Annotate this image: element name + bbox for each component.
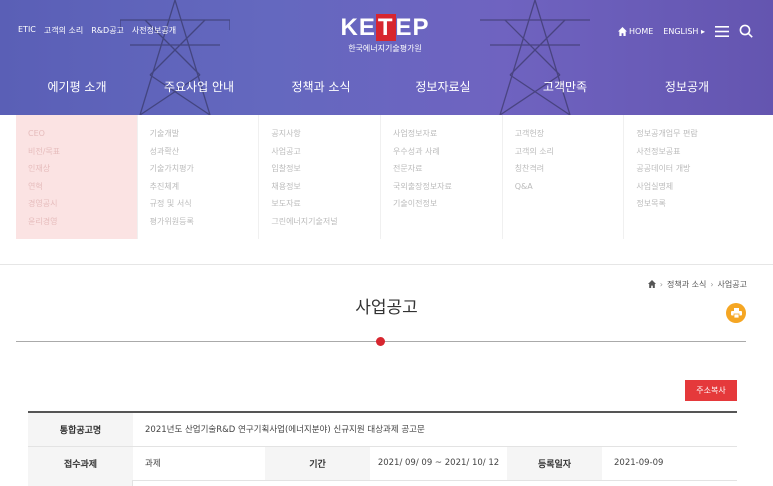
task-label: 접수과제 <box>28 446 133 480</box>
gnb-item-policy-news[interactable]: 정책과 소식 <box>260 78 382 100</box>
ketep-logo[interactable]: KETEP 한국에너지기술평가원 <box>330 14 440 54</box>
mega-item[interactable]: 기술이전정보 <box>393 195 502 213</box>
site-header: ETIC 고객의 소리 R&D공고 사전정보공개 KETEP 한국에너지기술평가… <box>0 0 773 115</box>
mega-item[interactable]: 규정 및 서식 <box>150 195 259 213</box>
period-value: 2021/ 09/ 09 ~ 2021/ 10/ 12 <box>377 458 500 468</box>
title-label: 통합공고명 <box>28 412 133 446</box>
home-icon[interactable] <box>618 26 627 36</box>
mega-item[interactable]: 고객의 소리 <box>515 143 624 161</box>
mega-item[interactable]: 사업정보자료 <box>393 125 502 143</box>
mega-item[interactable]: 인재상 <box>28 160 137 178</box>
breadcrumb-separator: › <box>659 280 663 289</box>
english-link[interactable]: ENGLISH ▸ <box>663 27 705 36</box>
mega-item[interactable]: 입찰정보 <box>271 160 380 178</box>
mega-item[interactable]: 추진체계 <box>150 178 259 196</box>
copy-url-button[interactable]: 주소복사 <box>685 380 737 401</box>
breadcrumb: › 정책과 소식 › 사업공고 <box>647 279 747 290</box>
notice-info-table: 통합공고명 2021년도 산업기술R&D 연구기획사업(에너지분야) 신규지원 … <box>28 411 737 481</box>
mega-menu: CEO 비전/목표 인재상 연혁 경영공시 윤리경영 기술개발 성과확산 기술가… <box>16 115 746 239</box>
mega-item[interactable]: 평가위원등록 <box>150 213 259 231</box>
mega-col-customer: 고객헌장 고객의 소리 칭찬격려 Q&A <box>503 115 625 239</box>
mega-col-business: 기술개발 성과확산 기술가치평가 추진체계 규정 및 서식 평가위원등록 <box>138 115 260 239</box>
mega-item[interactable]: 성과확산 <box>150 143 259 161</box>
mega-col-disclosure: 정보공개업무 편람 사전정보공표 공공데이터 개방 사업실명제 정보목록 <box>624 115 746 239</box>
page-title: 사업공고 <box>355 298 418 318</box>
mega-col-policy-news: 공지사항 사업공고 입찰정보 채용정보 보도자료 그린에너지기술저널 <box>259 115 382 239</box>
util-link-pre-disclosure[interactable]: 사전정보공개 <box>132 25 176 36</box>
breadcrumb-separator: › <box>710 280 714 289</box>
task-value: 과제 <box>145 459 161 469</box>
breadcrumb-item-policy-news[interactable]: 정책과 소식 <box>667 279 706 290</box>
print-button[interactable] <box>726 303 746 323</box>
util-link-rnd-notice[interactable]: R&D공고 <box>91 25 124 36</box>
mega-item[interactable]: 그린에너지기술저널 <box>271 213 380 231</box>
period-label: 기간 <box>265 446 370 480</box>
right-utility: HOME ENGLISH ▸ <box>618 24 753 38</box>
title-accent-dot <box>376 337 385 346</box>
date-label: 등록일자 <box>507 446 602 480</box>
home-link[interactable]: HOME <box>629 27 653 36</box>
main-navigation: 에기평 소개 주요사업 안내 정책과 소식 정보자료실 고객만족 정보공개 <box>0 78 773 100</box>
mega-item[interactable]: 정보공개업무 편람 <box>636 125 746 143</box>
mega-item[interactable]: 칭찬격려 <box>515 160 624 178</box>
mega-item[interactable]: 전문자료 <box>393 160 502 178</box>
mega-item[interactable]: 경영공시 <box>28 195 137 213</box>
mega-item[interactable]: 비전/목표 <box>28 143 137 161</box>
utility-links: ETIC 고객의 소리 R&D공고 사전정보공개 <box>18 25 176 36</box>
breadcrumb-home-icon[interactable] <box>647 279 656 290</box>
mega-item[interactable]: 공지사항 <box>271 125 380 143</box>
mega-item[interactable]: 정보목록 <box>636 195 746 213</box>
date-value: 2021-09-09 <box>614 458 664 468</box>
gnb-item-disclosure[interactable]: 정보공개 <box>626 78 748 100</box>
mega-item[interactable]: 윤리경영 <box>28 213 137 231</box>
title-value: 2021년도 산업기술R&D 연구기획사업(에너지분야) 신규지원 대상과제 공… <box>145 425 425 436</box>
mega-item[interactable]: 사업공고 <box>271 143 380 161</box>
mega-item[interactable]: 우수성과 사례 <box>393 143 502 161</box>
mega-item[interactable]: 사업실명제 <box>636 178 746 196</box>
mega-item[interactable]: 사전정보공표 <box>636 143 746 161</box>
mega-item[interactable]: 보도자료 <box>271 195 380 213</box>
gnb-item-about[interactable]: 에기평 소개 <box>16 78 138 100</box>
breadcrumb-item-current: 사업공고 <box>717 280 747 289</box>
section-divider <box>0 264 773 265</box>
mega-item[interactable]: 채용정보 <box>271 178 380 196</box>
gnb-item-business[interactable]: 주요사업 안내 <box>138 78 260 100</box>
hamburger-menu-icon[interactable] <box>715 25 729 37</box>
table-row-partial <box>28 480 737 486</box>
mega-item[interactable]: 기술가치평가 <box>150 160 259 178</box>
mega-item[interactable]: 고객헌장 <box>515 125 624 143</box>
mega-item[interactable]: 공공데이터 개방 <box>636 160 746 178</box>
util-link-voice[interactable]: 고객의 소리 <box>44 25 83 36</box>
table-row: 통합공고명 2021년도 산업기술R&D 연구기획사업(에너지분야) 신규지원 … <box>28 412 737 446</box>
table-row: 접수과제 과제 기간 2021/ 09/ 09 ~ 2021/ 10/ 12 등… <box>28 446 737 480</box>
gnb-item-customer[interactable]: 고객만족 <box>504 78 626 100</box>
util-link-etic[interactable]: ETIC <box>18 25 36 36</box>
mega-item[interactable]: CEO <box>28 125 137 143</box>
print-icon <box>730 308 742 318</box>
mega-col-about: CEO 비전/목표 인재상 연혁 경영공시 윤리경영 <box>16 115 138 239</box>
mega-item[interactable]: Q&A <box>515 178 624 196</box>
search-icon[interactable] <box>739 24 753 38</box>
mega-item[interactable]: 연혁 <box>28 178 137 196</box>
gnb-item-archive[interactable]: 정보자료실 <box>382 78 504 100</box>
mega-item[interactable]: 국외출장정보자료 <box>393 178 502 196</box>
mega-item[interactable]: 기술개발 <box>150 125 259 143</box>
logo-wordmark: KETEP <box>340 14 430 41</box>
logo-subtitle: 한국에너지기술평가원 <box>348 44 422 53</box>
mega-col-archive: 사업정보자료 우수성과 사례 전문자료 국외출장정보자료 기술이전정보 <box>381 115 503 239</box>
